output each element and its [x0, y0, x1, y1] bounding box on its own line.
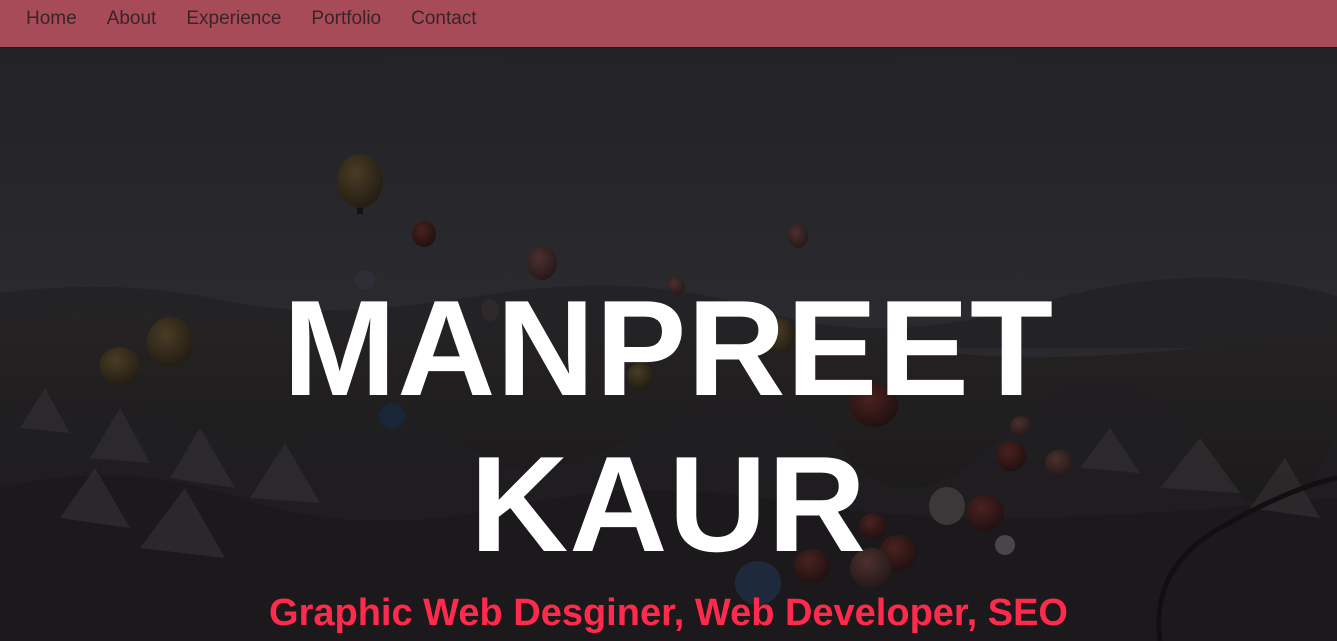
nav-link-about[interactable]: About — [107, 8, 157, 30]
hero-name-line-1: MANPREET — [282, 272, 1055, 424]
nav-link-contact[interactable]: Contact — [411, 8, 476, 30]
hero-section: MANPREET KAUR Graphic Web Desginer, Web … — [0, 48, 1337, 641]
hero-name-heading: MANPREET KAUR — [0, 270, 1337, 582]
hero-name-line-2: KAUR — [470, 428, 867, 580]
nav-link-experience[interactable]: Experience — [186, 8, 281, 30]
nav-menu: Home About Experience Portfolio Contact — [26, 8, 507, 30]
nav-link-portfolio[interactable]: Portfolio — [311, 8, 381, 30]
nav-link-home[interactable]: Home — [26, 8, 77, 30]
top-navigation-bar: Home About Experience Portfolio Contact — [0, 0, 1337, 48]
hero-subtitle: Graphic Web Desginer, Web Developer, SEO — [269, 592, 1068, 634]
